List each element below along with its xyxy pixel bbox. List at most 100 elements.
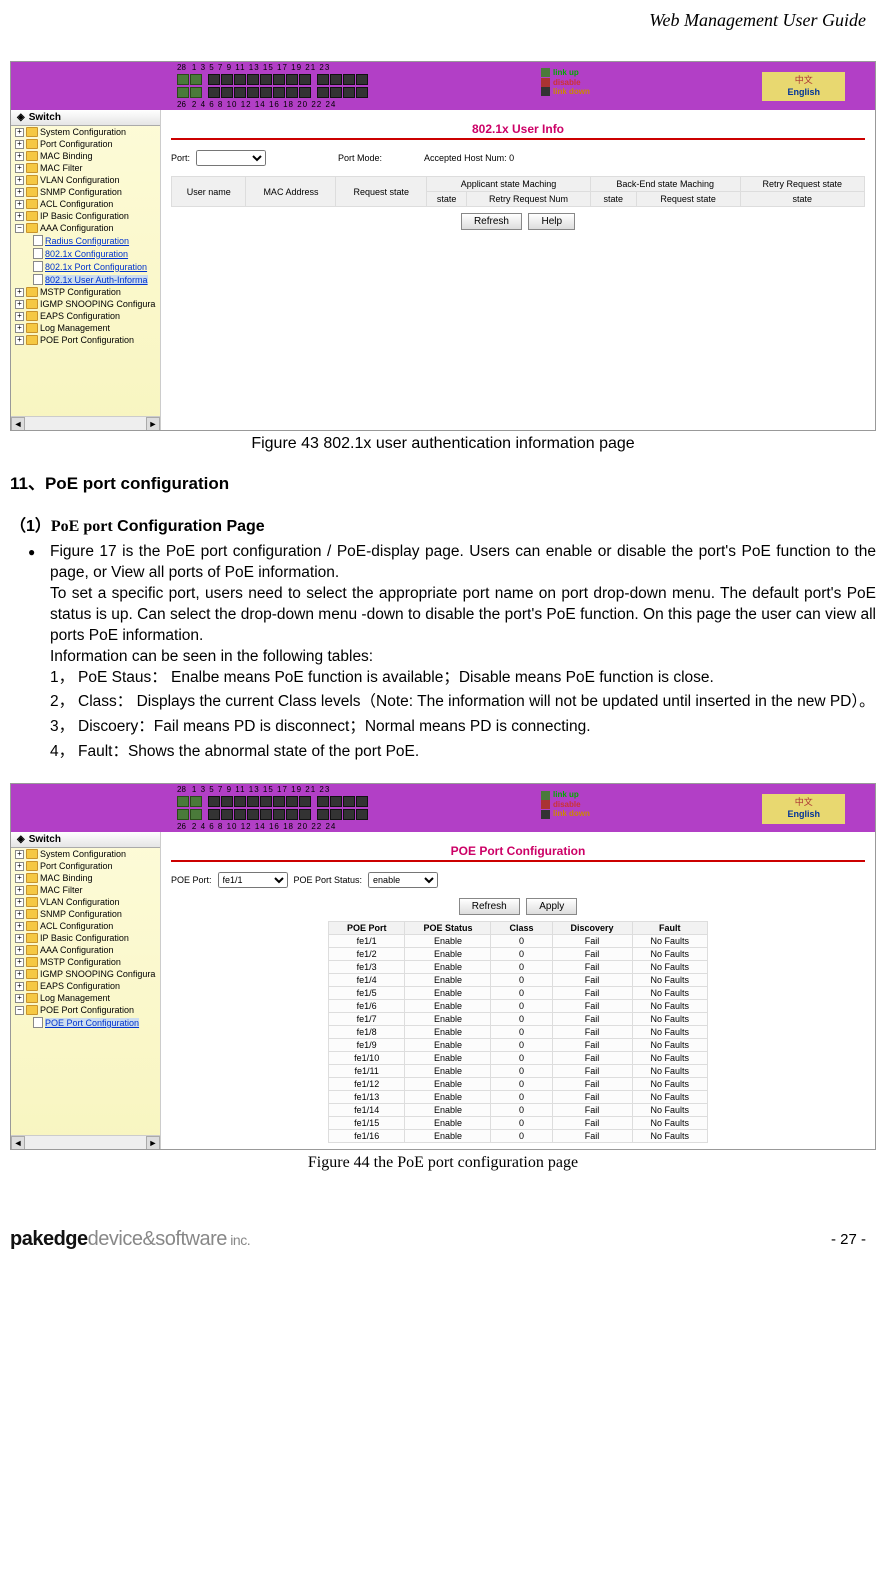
sidebar-item[interactable]: 802.1x User Auth-Informa bbox=[15, 273, 160, 286]
sidebar-item[interactable]: +VLAN Configuration bbox=[15, 174, 160, 186]
plus-icon[interactable]: + bbox=[15, 982, 24, 991]
sidebar-item[interactable]: +IGMP SNOOPING Configura bbox=[15, 298, 160, 310]
plus-icon[interactable]: + bbox=[15, 970, 24, 979]
language-switch[interactable]: 中文 English bbox=[762, 72, 845, 101]
scroll-left-icon[interactable]: ◄ bbox=[11, 417, 25, 431]
sidebar-item[interactable]: +System Configuration bbox=[15, 848, 160, 860]
plus-icon[interactable]: + bbox=[15, 874, 24, 883]
plus-icon[interactable]: + bbox=[15, 152, 24, 161]
plus-icon[interactable]: + bbox=[15, 188, 24, 197]
port-icon bbox=[356, 87, 368, 98]
sidebar-item[interactable]: +VLAN Configuration bbox=[15, 896, 160, 908]
scroll-right-icon[interactable]: ► bbox=[146, 417, 160, 431]
table-cell: 0 bbox=[491, 1026, 552, 1039]
plus-icon[interactable]: + bbox=[15, 140, 24, 149]
poe-status-select[interactable]: enable bbox=[368, 872, 438, 888]
sidebar-item[interactable]: +Port Configuration bbox=[15, 138, 160, 150]
lang-cn[interactable]: 中文 bbox=[787, 75, 820, 87]
plus-icon[interactable]: + bbox=[15, 128, 24, 137]
sidebar-item[interactable]: +Log Management bbox=[15, 992, 160, 1004]
apply-button[interactable]: Apply bbox=[526, 898, 577, 915]
port-icon bbox=[234, 809, 246, 820]
sidebar-item[interactable]: +EAPS Configuration bbox=[15, 310, 160, 322]
sidebar-scrollbar[interactable]: ◄ ► bbox=[11, 1135, 160, 1149]
sidebar-item[interactable]: +Port Configuration bbox=[15, 860, 160, 872]
plus-icon[interactable]: + bbox=[15, 886, 24, 895]
refresh-button[interactable]: Refresh bbox=[461, 213, 522, 230]
sidebar: ◈Switch +System Configuration+Port Confi… bbox=[11, 832, 161, 1149]
port-icon bbox=[190, 809, 202, 820]
document-icon bbox=[33, 1017, 43, 1028]
table-cell: Fail bbox=[552, 1052, 632, 1065]
port-icon bbox=[177, 74, 189, 85]
lang-cn[interactable]: 中文 bbox=[787, 797, 820, 809]
help-button[interactable]: Help bbox=[528, 213, 575, 230]
plus-icon[interactable]: + bbox=[15, 176, 24, 185]
poe-port-select[interactable]: fe1/1 bbox=[218, 872, 288, 888]
sidebar-item[interactable]: +POE Port Configuration bbox=[15, 334, 160, 346]
th-req: Request state bbox=[336, 177, 427, 207]
page-number: - 27 - bbox=[831, 1231, 866, 1248]
folder-icon bbox=[26, 945, 38, 955]
plus-icon[interactable]: + bbox=[15, 934, 24, 943]
plus-icon[interactable]: + bbox=[15, 324, 24, 333]
refresh-button[interactable]: Refresh bbox=[459, 898, 520, 915]
sidebar-item[interactable]: +IP Basic Configuration bbox=[15, 932, 160, 944]
port-select[interactable] bbox=[196, 150, 266, 166]
sidebar-item[interactable]: +System Configuration bbox=[15, 126, 160, 138]
sidebar-item[interactable]: +MAC Binding bbox=[15, 150, 160, 162]
language-switch[interactable]: 中文 English bbox=[762, 794, 845, 823]
plus-icon[interactable]: + bbox=[15, 312, 24, 321]
legend-up: link up bbox=[553, 790, 579, 800]
plus-icon[interactable]: + bbox=[15, 850, 24, 859]
plus-icon[interactable]: + bbox=[15, 910, 24, 919]
plus-icon[interactable]: + bbox=[15, 336, 24, 345]
plus-icon[interactable]: + bbox=[15, 994, 24, 1003]
sidebar-item[interactable]: +EAPS Configuration bbox=[15, 980, 160, 992]
minus-icon[interactable]: − bbox=[15, 1006, 24, 1015]
table-cell: Enable bbox=[405, 1130, 491, 1143]
lang-en[interactable]: English bbox=[787, 809, 820, 821]
plus-icon[interactable]: + bbox=[15, 164, 24, 173]
table-cell: No Faults bbox=[632, 948, 708, 961]
scroll-left-icon[interactable]: ◄ bbox=[11, 1136, 25, 1150]
sidebar-item[interactable]: +MAC Filter bbox=[15, 884, 160, 896]
sidebar-item[interactable]: +ACL Configuration bbox=[15, 920, 160, 932]
sidebar-item[interactable]: 802.1x Configuration bbox=[15, 247, 160, 260]
document-icon bbox=[33, 248, 43, 259]
sidebar-item[interactable]: −AAA Configuration bbox=[15, 222, 160, 234]
sidebar-item[interactable]: +SNMP Configuration bbox=[15, 186, 160, 198]
sidebar-item[interactable]: POE Port Configuration bbox=[15, 1016, 160, 1029]
lang-en[interactable]: English bbox=[787, 87, 820, 99]
sidebar-item[interactable]: +MAC Binding bbox=[15, 872, 160, 884]
sidebar-item[interactable]: +MSTP Configuration bbox=[15, 956, 160, 968]
th-user: User name bbox=[172, 177, 246, 207]
sidebar-item[interactable]: 802.1x Port Configuration bbox=[15, 260, 160, 273]
table-cell: fe1/9 bbox=[328, 1039, 405, 1052]
sidebar-item[interactable]: +IGMP SNOOPING Configura bbox=[15, 968, 160, 980]
sidebar-item[interactable]: +AAA Configuration bbox=[15, 944, 160, 956]
table-row: fe1/1Enable0FailNo Faults bbox=[328, 935, 707, 948]
plus-icon[interactable]: + bbox=[15, 898, 24, 907]
sidebar-item[interactable]: +SNMP Configuration bbox=[15, 908, 160, 920]
plus-icon[interactable]: + bbox=[15, 300, 24, 309]
plus-icon[interactable]: + bbox=[15, 922, 24, 931]
plus-icon[interactable]: + bbox=[15, 200, 24, 209]
plus-icon[interactable]: + bbox=[15, 958, 24, 967]
table-cell: fe1/2 bbox=[328, 948, 405, 961]
sidebar-item[interactable]: +MSTP Configuration bbox=[15, 286, 160, 298]
table-cell: 0 bbox=[491, 1000, 552, 1013]
plus-icon[interactable]: + bbox=[15, 212, 24, 221]
sidebar-item[interactable]: +ACL Configuration bbox=[15, 198, 160, 210]
sidebar-item[interactable]: +MAC Filter bbox=[15, 162, 160, 174]
plus-icon[interactable]: + bbox=[15, 862, 24, 871]
sidebar-item[interactable]: −POE Port Configuration bbox=[15, 1004, 160, 1016]
sidebar-scrollbar[interactable]: ◄ ► bbox=[11, 416, 160, 430]
scroll-right-icon[interactable]: ► bbox=[146, 1136, 160, 1150]
sidebar-item[interactable]: +Log Management bbox=[15, 322, 160, 334]
plus-icon[interactable]: + bbox=[15, 946, 24, 955]
sidebar-item[interactable]: +IP Basic Configuration bbox=[15, 210, 160, 222]
plus-icon[interactable]: + bbox=[15, 288, 24, 297]
sidebar-item[interactable]: Radius Configuration bbox=[15, 234, 160, 247]
minus-icon[interactable]: − bbox=[15, 224, 24, 233]
